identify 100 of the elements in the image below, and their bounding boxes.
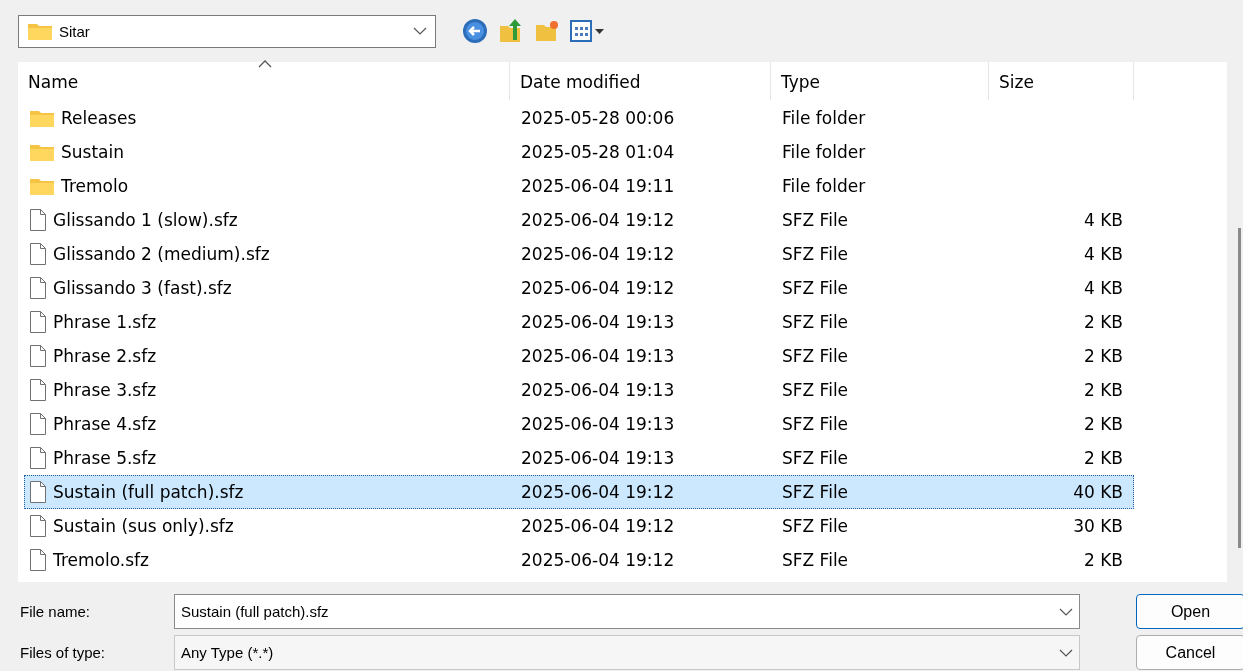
date-cell-text: 2025-06-04 19:12	[520, 550, 676, 570]
file-icon	[29, 480, 47, 504]
folder-icon	[29, 142, 55, 162]
date-cell-text: 2025-06-04 19:13	[520, 414, 676, 434]
file-icon	[29, 276, 47, 300]
new-folder-icon[interactable]	[534, 19, 560, 43]
file-row[interactable]: Glissando 3 (fast).sfz 2025-06-04 19:12 SFZ File 4 KB	[24, 271, 1134, 305]
file-icon	[29, 548, 47, 572]
file-icon	[29, 446, 47, 470]
file-row[interactable]: Phrase 4.sfz 2025-06-04 19:13 SFZ File 2 KB	[24, 407, 1134, 441]
file-row[interactable]: Phrase 5.sfz 2025-06-04 19:13 SFZ File 2 KB	[24, 441, 1134, 475]
date-cell-text: 2025-06-04 19:12	[520, 516, 676, 536]
file-name: Phrase 1.sfz	[53, 312, 157, 332]
file-row[interactable]: Sustain 2025-05-28 01:04 File folder	[24, 135, 1134, 169]
date-cell-text: 2025-05-28 00:06	[520, 108, 676, 128]
file-name: Sustain	[61, 142, 124, 162]
type-cell-text: File folder	[781, 142, 867, 162]
file-row[interactable]: Phrase 1.sfz 2025-06-04 19:13 SFZ File 2 KB	[24, 305, 1134, 339]
type-cell-text: SFZ File	[781, 346, 850, 366]
file-name: Phrase 3.sfz	[53, 380, 157, 400]
chevron-down-icon	[1059, 648, 1073, 657]
file-name: Tremolo	[61, 176, 129, 196]
size-cell-text: 2 KB	[1082, 346, 1124, 366]
file-type-dropdown[interactable]: Any Type (*.*)	[174, 635, 1080, 670]
folder-up-icon[interactable]	[498, 18, 524, 44]
file-name: Phrase 2.sfz	[53, 346, 157, 366]
type-cell-text: SFZ File	[781, 482, 850, 502]
field-label: File name:	[20, 603, 92, 620]
file-name: Sustain (full patch).sfz	[53, 482, 244, 502]
date-cell-text: 2025-06-04 19:12	[520, 210, 676, 230]
cancel-button[interactable]: Cancel	[1136, 635, 1243, 670]
column-header[interactable]: Name	[18, 62, 510, 100]
folder-icon	[27, 21, 53, 41]
column-header[interactable]: Size	[989, 62, 1134, 100]
file-row[interactable]: Tremolo 2025-06-04 19:11 File folder	[24, 169, 1134, 203]
size-cell-text: 40 KB	[1072, 482, 1124, 502]
size-cell-text: 4 KB	[1082, 244, 1124, 264]
type-cell-text: File folder	[781, 108, 867, 128]
date-cell-text: 2025-06-04 19:13	[520, 380, 676, 400]
file-name: Glissando 2 (medium).sfz	[53, 244, 270, 264]
file-name: Sustain (sus only).sfz	[53, 516, 234, 536]
size-cell-text: 2 KB	[1082, 414, 1124, 434]
file-name: Phrase 5.sfz	[53, 448, 157, 468]
file-icon	[29, 242, 47, 266]
column-header[interactable]: Date modified	[510, 62, 771, 100]
file-icon	[29, 412, 47, 436]
file-row[interactable]: Glissando 1 (slow).sfz 2025-06-04 19:12 SFZ File 4 KB	[24, 203, 1134, 237]
file-icon	[29, 208, 47, 232]
view-menu-icon[interactable]	[570, 19, 606, 43]
date-cell-text: 2025-06-04 19:12	[520, 482, 676, 502]
size-cell-text: 4 KB	[1082, 278, 1124, 298]
size-cell-text: 2 KB	[1082, 448, 1124, 468]
file-row[interactable]: Sustain (sus only).sfz 2025-06-04 19:12 SFZ File 30 KB	[24, 509, 1134, 543]
file-name: Glissando 1 (slow).sfz	[53, 210, 238, 230]
file-name-field[interactable]: Sustain (full patch).sfz	[174, 594, 1080, 629]
file-name: Glissando 3 (fast).sfz	[53, 278, 232, 298]
type-cell-text: SFZ File	[781, 278, 850, 298]
file-row[interactable]: Phrase 2.sfz 2025-06-04 19:13 SFZ File 2 KB	[24, 339, 1134, 373]
size-cell-text: 30 KB	[1072, 516, 1124, 536]
file-name: Phrase 4.sfz	[53, 414, 157, 434]
date-cell-text: 2025-06-04 19:13	[520, 312, 676, 332]
date-cell-text: 2025-05-28 01:04	[520, 142, 676, 162]
column-header[interactable]: Type	[771, 62, 989, 100]
type-cell-text: SFZ File	[781, 550, 850, 570]
type-cell-text: SFZ File	[781, 516, 850, 536]
folder-icon	[29, 108, 55, 128]
file-icon	[29, 310, 47, 334]
type-cell-text: File folder	[781, 176, 867, 196]
type-cell-text: SFZ File	[781, 448, 850, 468]
type-cell-text: SFZ File	[781, 380, 850, 400]
chevron-down-icon	[413, 27, 427, 35]
type-cell-text: SFZ File	[781, 414, 850, 434]
file-row[interactable]: Glissando 2 (medium).sfz 2025-06-04 19:12 SFZ File 4 KB	[24, 237, 1134, 271]
location-dropdown[interactable]: Sitar	[18, 14, 436, 48]
file-icon	[29, 514, 47, 538]
date-cell-text: 2025-06-04 19:12	[520, 278, 676, 298]
field-label: Files of type:	[20, 644, 107, 661]
size-cell-text: 4 KB	[1082, 210, 1124, 230]
file-icon	[29, 344, 47, 368]
date-cell-text: 2025-06-04 19:13	[520, 346, 676, 366]
file-name: Releases	[61, 108, 137, 128]
file-row[interactable]: Sustain (full patch).sfz 2025-06-04 19:12 SFZ File 40 KB	[24, 475, 1134, 509]
date-cell-text: 2025-06-04 19:12	[520, 244, 676, 264]
size-cell-text: 2 KB	[1082, 380, 1124, 400]
file-name: Tremolo.sfz	[53, 550, 149, 570]
type-cell-text: SFZ File	[781, 312, 850, 332]
scrollbar-thumb[interactable]	[1238, 228, 1241, 548]
date-cell-text: 2025-06-04 19:13	[520, 448, 676, 468]
file-row[interactable]: Tremolo.sfz 2025-06-04 19:12 SFZ File 2 KB	[24, 543, 1134, 577]
file-row[interactable]: Releases 2025-05-28 00:06 File folder	[24, 101, 1134, 135]
date-cell-text: 2025-06-04 19:11	[520, 176, 676, 196]
type-cell-text: SFZ File	[781, 244, 850, 264]
type-cell-text: SFZ File	[781, 210, 850, 230]
chevron-down-icon	[1059, 607, 1073, 616]
size-cell-text: 2 KB	[1082, 550, 1124, 570]
file-icon	[29, 378, 47, 402]
size-cell-text: 2 KB	[1082, 312, 1124, 332]
folder-icon	[29, 176, 55, 196]
file-row[interactable]: Phrase 3.sfz 2025-06-04 19:13 SFZ File 2 KB	[24, 373, 1134, 407]
open-button[interactable]: Open	[1136, 594, 1243, 629]
